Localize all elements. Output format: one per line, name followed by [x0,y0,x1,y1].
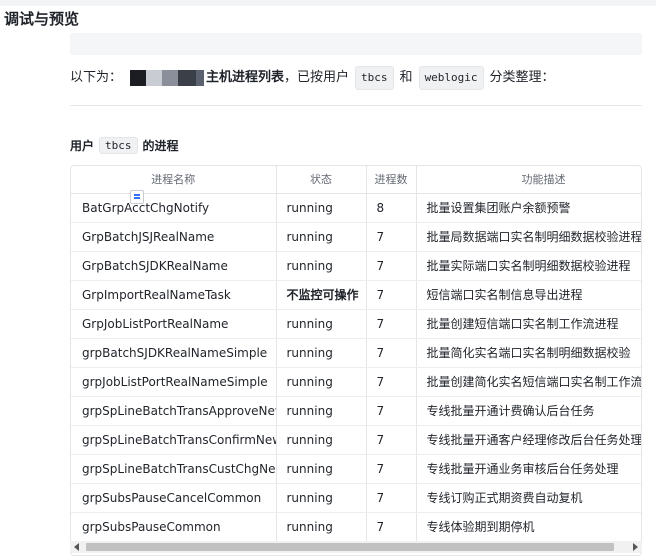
process-name-cell: grpSubsPauseCommon [71,512,277,542]
process-status-cell: running [276,396,367,426]
process-name-cell: GrpBatchSJDKRealName [71,251,277,281]
process-name-cell: grpBatchSJDKRealNameSimple [71,338,277,368]
process-table: 进程名称 状态 进程数 功能描述 BatGrpAcctChgNotify runn… [71,166,641,542]
process-name-cell: grpSpLineBatchTransConfirmNew [71,425,277,455]
process-status-cell: running [276,367,367,397]
process-name-cell: grpSubsPauseCancelCommon [71,483,277,513]
process-name-cell: GrpImportRealNameTask [71,280,277,310]
section-user-code: tbcs [99,137,138,154]
process-desc-cell: 专线订购正式期资费自动复机 [416,483,641,513]
process-status-cell: running [276,222,367,252]
process-status-cell: running [276,483,367,513]
process-name-cell: GrpBatchJSJRealName [71,222,277,252]
scroll-left-arrow-icon[interactable] [74,543,79,551]
process-status-cell: running [276,512,367,542]
process-count-cell: 7 [366,309,417,339]
process-name-cell: GrpJobListPortRealName [71,309,277,339]
process-status-cell: running [276,193,367,223]
table-row: GrpBatchSJDKRealName running 7 批量实际端口实名制明细数… [71,251,641,281]
section-divider [70,105,642,106]
intro-bold-text: 主机进程列表 [206,70,285,85]
process-count-cell: 8 [366,193,417,223]
section-heading: 用户 tbcs 的进程 [70,137,179,154]
process-count-cell: 7 [366,454,417,484]
process-status-cell: 不监控可操作 [276,280,367,310]
redacted-host-mask [130,70,205,86]
process-name-cell: BatGrpAcctChgNotify [71,193,277,223]
process-count-cell: 7 [366,396,417,426]
intro-suffix: 分类整理： [489,70,555,85]
section-heading-prefix: 用户 [70,139,95,153]
top-strip [0,0,656,6]
process-count-cell: 7 [366,251,417,281]
process-name-cell: grpSpLineBatchTransApproveNew [71,396,277,426]
process-count-cell: 7 [366,425,417,455]
process-status-cell: running [276,425,367,455]
process-count-cell: 7 [366,222,417,252]
process-status-cell: running [276,338,367,368]
table-row: grpSpLineBatchTransApproveNew running 7 专线批… [71,396,641,426]
process-desc-cell: 专线批量开通计费确认后台任务 [416,396,641,426]
process-count-cell: 7 [366,338,417,368]
process-desc-cell: 批量创建简化实名短信端口实名制工作流 [416,367,641,397]
user-code-tbcs: tbcs [355,66,394,90]
process-desc-cell: 专线体验期到期停机 [416,512,641,542]
table-row: GrpImportRealNameTask 不监控可操作 7 短信端口实名制信息导出进… [71,280,641,310]
page-title: 调试与预览 [4,10,80,28]
column-header-count: 进程数 [366,166,417,194]
column-header-desc: 功能描述 [416,166,641,194]
process-name-cell: grpSpLineBatchTransCustChgNew [71,454,277,484]
process-status-cell: running [276,454,367,484]
process-desc-cell: 批量创建短信端口实名制工作流进程 [416,309,641,339]
scrollbar-thumb[interactable] [86,543,614,551]
process-desc-cell: 批量实际端口实名制明细数据校验进程 [416,251,641,281]
process-status-cell: running [276,251,367,281]
table-row: grpSpLineBatchTransCustChgNew running 7 专线批… [71,454,641,484]
intro-middle: ，已按用户 [284,70,350,85]
process-table-container[interactable]: 进程名称 状态 进程数 功能描述 BatGrpAcctChgNotify runn… [70,165,642,556]
table-row: grpSubsPauseCancelCommon running 7 专线订购正式期资… [71,483,641,513]
process-count-cell: 7 [366,280,417,310]
table-row: GrpBatchJSJRealName running 7 批量局数据端口实名制明细数… [71,222,641,252]
table-edit-cursor-icon[interactable] [130,190,144,204]
process-desc-cell: 专线批量开通业务审核后台任务处理 [416,454,641,484]
process-desc-cell: 短信端口实名制信息导出进程 [416,280,641,310]
intro-prefix: 以下为： [70,70,123,85]
horizontal-scrollbar[interactable] [70,541,642,553]
intro-and: 和 [399,70,413,85]
process-desc-cell: 专线批量开通客户经理修改后台任务处理 [416,425,641,455]
user-code-weblogic: weblogic [418,66,484,90]
scroll-right-arrow-icon[interactable] [633,543,638,551]
column-header-status: 状态 [276,166,367,194]
table-row: grpSubsPauseCommon running 7 专线体验期到期停机 [71,512,641,542]
process-desc-cell: 批量局数据端口实名制明细数据校验进程 [416,222,641,252]
table-row: grpSpLineBatchTransConfirmNew running 7 专线批… [71,425,641,455]
process-count-cell: 7 [366,512,417,542]
process-status-cell: running [276,309,367,339]
table-row: GrpJobListPortRealName running 7 批量创建短信端口实名… [71,309,641,339]
table-row: grpBatchSJDKRealNameSimple running 7 批量简化实名… [71,338,641,368]
table-row: BatGrpAcctChgNotify running 8 批量设置集团账户余额预警 [71,193,641,223]
process-name-cell: grpJobListPortRealNameSimple [71,367,277,397]
section-heading-suffix: 的进程 [142,139,179,153]
process-count-cell: 7 [366,483,417,513]
table-header-row: 进程名称 状态 进程数 功能描述 [71,166,641,194]
process-count-cell: 7 [366,367,417,397]
table-row: grpJobListPortRealNameSimple running 7 批量创建… [71,367,641,397]
column-header-name: 进程名称 [71,166,277,194]
process-desc-cell: 批量设置集团账户余额预警 [416,193,641,223]
intro-line: 以下为： 主机进程列表 ，已按用户 tbcs 和 weblogic 分类整理： [70,66,642,90]
code-block [70,33,642,55]
process-desc-cell: 批量简化实名端口实名制明细数据校验 [416,338,641,368]
